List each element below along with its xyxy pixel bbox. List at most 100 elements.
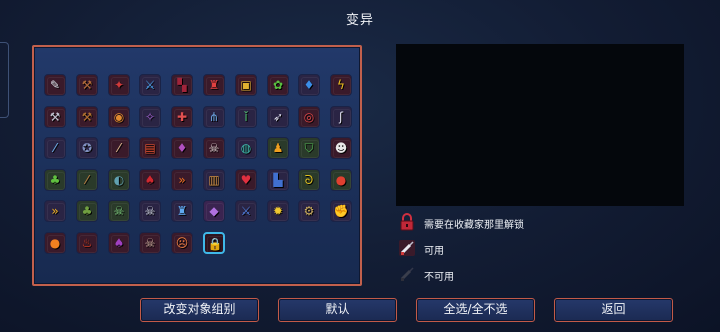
mutation-cell[interactable]: ⚙	[298, 200, 320, 222]
mutation-cell[interactable]: ●	[330, 169, 352, 191]
mutation-cell[interactable]: ♦	[171, 137, 193, 159]
lance-icon: ⁄	[53, 141, 56, 155]
mutation-cell[interactable]: ♣	[76, 200, 98, 222]
mutation-cell[interactable]: ⛉	[298, 137, 320, 159]
mutation-cell[interactable]: ⚔	[139, 74, 161, 96]
blue-swords-icon: ⚔	[144, 78, 156, 92]
mutation-cell[interactable]: ✿	[267, 74, 289, 96]
mutation-cell[interactable]: »	[171, 169, 193, 191]
syringe-icon	[398, 239, 416, 257]
mutation-cell[interactable]: ⚒	[76, 106, 98, 128]
mutation-preview-area	[396, 44, 684, 206]
fire-orb-icon: ●	[49, 236, 61, 250]
green-skull-icon: ☠	[113, 204, 125, 218]
mutation-cell[interactable]: ♦	[298, 74, 320, 96]
mutation-cell[interactable]: ♠	[139, 169, 161, 191]
mutation-cell[interactable]: ⋔	[203, 106, 225, 128]
mutation-cell[interactable]: ◆	[203, 200, 225, 222]
mutation-cell[interactable]: ➶	[267, 106, 289, 128]
mutation-cell[interactable]: ⁄	[44, 137, 66, 159]
mutation-cell[interactable]: ♜	[171, 200, 193, 222]
mutation-cell[interactable]: ◎	[298, 106, 320, 128]
mutation-cell[interactable]: ♣	[44, 169, 66, 191]
legend-locked-label: 需要在收藏家那里解锁	[424, 220, 524, 231]
red-dagger-icon: ✦	[113, 78, 125, 92]
hammer-icon: ⚒	[81, 110, 93, 124]
mutation-cell[interactable]: ϟ	[330, 74, 352, 96]
change-group-button[interactable]: 改变对象组别	[140, 298, 259, 322]
mutation-cell[interactable]: ▤	[139, 137, 161, 159]
mutation-cell[interactable]: ✎	[44, 74, 66, 96]
mutation-cell[interactable]: »	[44, 200, 66, 222]
mutation-cell[interactable]: ◐	[108, 169, 130, 191]
left-edge-bracket	[0, 42, 9, 118]
mutation-grid-panel: ✎ ⚒ ✦ ⚔ ▚ ♜ ▣ ✿ ♦ ϟ ⚒ ⚒ ◉ ✧ ✚ ⋔ ǐ ➶ ◎ ʃ ⁄ ✪ ⁄ ▤ ♦ ☠ ◍ ♟ ⛉ ☻ ♣ ⁄ ◐ ♠ » ▥ ♥ ▙ ᘐ ●…	[32, 45, 362, 286]
mutation-cell[interactable]: ▙	[267, 169, 289, 191]
lightning-icon: ϟ	[337, 78, 345, 92]
mutation-cell[interactable]: ♨	[76, 232, 98, 254]
legend: 需要在收藏家那里解锁 可用 不可用	[398, 212, 598, 290]
mutation-cell[interactable]: ☠	[108, 200, 130, 222]
mutation-cell[interactable]: ♥	[235, 169, 257, 191]
double-arrow-icon: »	[51, 204, 59, 218]
legend-available-label: 可用	[424, 246, 444, 257]
mutation-cell[interactable]: ⚒	[76, 74, 98, 96]
mutation-cell[interactable]: ✚	[171, 106, 193, 128]
shell-icon: ◐	[113, 173, 125, 187]
bone-skull-icon: ☠	[144, 204, 156, 218]
mutation-cell[interactable]: ◍	[235, 137, 257, 159]
default-button[interactable]: 默认	[278, 298, 397, 322]
page-title: 变异	[345, 13, 374, 28]
mutation-cell[interactable]: ✧	[139, 106, 161, 128]
mutation-cell[interactable]: ♠	[108, 232, 130, 254]
mutation-cell[interactable]: ☹	[171, 232, 193, 254]
dim-syringe-icon	[398, 265, 416, 283]
select-all-button[interactable]: 全选/全不选	[416, 298, 535, 322]
back-button[interactable]: 返回	[554, 298, 673, 322]
dash-arrows-icon: »	[178, 173, 186, 187]
mutation-cell[interactable]: ▣	[235, 74, 257, 96]
mutation-cell[interactable]: ʃ	[330, 106, 352, 128]
mutation-cell[interactable]: ▥	[203, 169, 225, 191]
mutation-cell[interactable]: ⚔	[235, 200, 257, 222]
mutation-cell[interactable]: ⁄	[76, 169, 98, 191]
mutation-cell[interactable]: ♟	[267, 137, 289, 159]
legend-unavailable-label: 不可用	[424, 272, 454, 283]
mutation-cell[interactable]: ◉	[108, 106, 130, 128]
grin-mask-icon: ☻	[334, 141, 348, 155]
red-target-icon: ◎	[303, 110, 315, 124]
mutation-cell[interactable]: ☠	[203, 137, 225, 159]
mutation-cell[interactable]: ⁄	[108, 137, 130, 159]
pickaxe-icon: ⚒	[81, 78, 93, 92]
purple-crystal-icon: ◆	[209, 204, 219, 218]
grenade-icon: ✪	[81, 141, 93, 155]
legend-unavailable-row: 不可用	[398, 264, 598, 290]
blood-drop-icon: ♠	[144, 173, 156, 187]
violet-gem-icon: ♦	[176, 141, 188, 155]
mutation-cell[interactable]: ☠	[139, 200, 161, 222]
coil-icon: ᘐ	[304, 173, 314, 187]
bow-icon: ➶	[272, 110, 284, 124]
green-leaf-icon: ✿	[272, 78, 284, 92]
mutation-cell[interactable]: ᘐ	[298, 169, 320, 191]
mutation-cell[interactable]: ▚	[171, 74, 193, 96]
mutation-cell[interactable]: ✪	[76, 137, 98, 159]
axe-icon: ⚒	[49, 110, 61, 124]
mutation-cell[interactable]: ✦	[108, 74, 130, 96]
mutation-cell[interactable]: ●	[44, 232, 66, 254]
purple-blade-icon: ✧	[144, 110, 156, 124]
green-shield-icon: ⛉	[304, 141, 314, 155]
mutation-cell[interactable]: ☠	[139, 232, 161, 254]
mutation-cell[interactable]: ⚒	[44, 106, 66, 128]
spear-icon: ⁄	[85, 173, 88, 187]
mutation-cell[interactable]: ✹	[267, 200, 289, 222]
golden-fist-icon: ✊	[333, 204, 349, 218]
mutation-cell[interactable]: ✊	[330, 200, 352, 222]
mutation-cell[interactable]: ♜	[203, 74, 225, 96]
heart-arrow-icon: ♥	[240, 173, 252, 187]
mutation-cell[interactable]: 🔒	[203, 232, 225, 254]
blue-bottle-icon: ♦	[303, 78, 315, 92]
mutation-cell[interactable]: ☻	[330, 137, 352, 159]
mutation-cell[interactable]: ǐ	[235, 106, 257, 128]
skull-cross-icon: ☠	[208, 141, 220, 155]
